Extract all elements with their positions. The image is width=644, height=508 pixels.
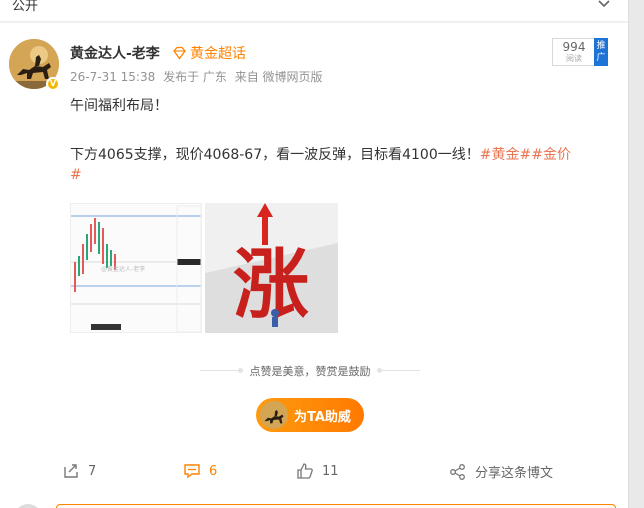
scrollbar[interactable] (628, 0, 644, 508)
viewer-avatar (14, 504, 42, 508)
hashtag-gold-price[interactable]: #金价 (531, 147, 571, 163)
chart-watermark: @黄金达人-老李 (101, 265, 145, 273)
share-icon (450, 463, 465, 480)
author-name[interactable]: 黄金达人-老李 (70, 43, 160, 63)
post-meta: 26-7-31 15:38 发布于 广东 来自 微博网页版 (70, 68, 327, 85)
share-label: 分享这条博文 (475, 466, 554, 481)
rise-character-image: 涨 (205, 203, 338, 333)
comment-icon (184, 464, 200, 479)
super-topic-label: 黄金超话 (190, 46, 246, 62)
comment-count: 6 (209, 463, 218, 479)
repost-count: 7 (88, 463, 97, 479)
read-count: 994 (562, 40, 586, 54)
horse-rider-icon (260, 401, 288, 429)
like-button[interactable]: 11 (296, 462, 339, 480)
read-count-label: 阅读 (566, 54, 582, 63)
chevron-down-icon[interactable] (596, 0, 612, 10)
rise-image[interactable]: 涨 (205, 203, 338, 333)
post-date[interactable]: 26-7-31 15:38 (70, 70, 155, 84)
post-card: V 黄金达人-老李 黄金超话 26-7-31 15:38 发布于 广东 来自 微… (0, 23, 628, 508)
share-button[interactable]: 分享这条博文 (449, 462, 553, 481)
cheer-button[interactable]: 为TA助威 (256, 398, 364, 432)
repost-button[interactable]: 7 (62, 462, 96, 480)
post-source: 来自 微博网页版 (234, 70, 323, 84)
diamond-icon (173, 46, 186, 60)
repost-icon (64, 464, 78, 478)
super-topic-link[interactable]: 黄金超话 (172, 43, 246, 63)
rise-character: 涨 (233, 240, 309, 329)
boost-avatar (260, 401, 288, 429)
post-body: 下方4065支撑，现价4068-67，看一波反弹，目标看4100一线！ (70, 147, 480, 163)
action-bar: 7 6 11 分享这条博文 (0, 462, 628, 488)
cheer-button-label: 为TA助威 (294, 409, 351, 425)
hashtag-gold-price-end[interactable]: # (70, 167, 82, 183)
promote-button[interactable]: 推广 (594, 38, 608, 66)
reward-divider: 点赞是美意，赞赏是鼓励 (200, 362, 420, 378)
thumbs-up-icon (297, 463, 313, 479)
post-location: 发布于 广东 (163, 70, 227, 84)
comment-input[interactable] (56, 504, 616, 508)
reward-text: 点赞是美意，赞赏是鼓励 (249, 365, 371, 378)
top-bar: 公开 (0, 0, 644, 22)
verified-badge-icon: V (46, 77, 60, 91)
post-text-line-3: # (70, 167, 82, 183)
post-text-line-1: 午间福利布局！ (70, 98, 168, 114)
read-count-badge: 994 阅读 (552, 38, 596, 66)
post-text-line-2: 下方4065支撑，现价4068-67，看一波反弹，目标看4100一线！#黄金##… (70, 144, 571, 164)
hashtag-gold[interactable]: #黄金# (480, 147, 531, 163)
comment-compose-bar (0, 492, 628, 508)
chart-image[interactable]: @黄金达人-老李 (70, 203, 202, 333)
candlestick-chart-image: @黄金达人-老李 (71, 204, 201, 332)
like-count: 11 (322, 463, 339, 479)
visibility-label[interactable]: 公开 (12, 0, 38, 14)
comment-button[interactable]: 6 (183, 462, 217, 480)
